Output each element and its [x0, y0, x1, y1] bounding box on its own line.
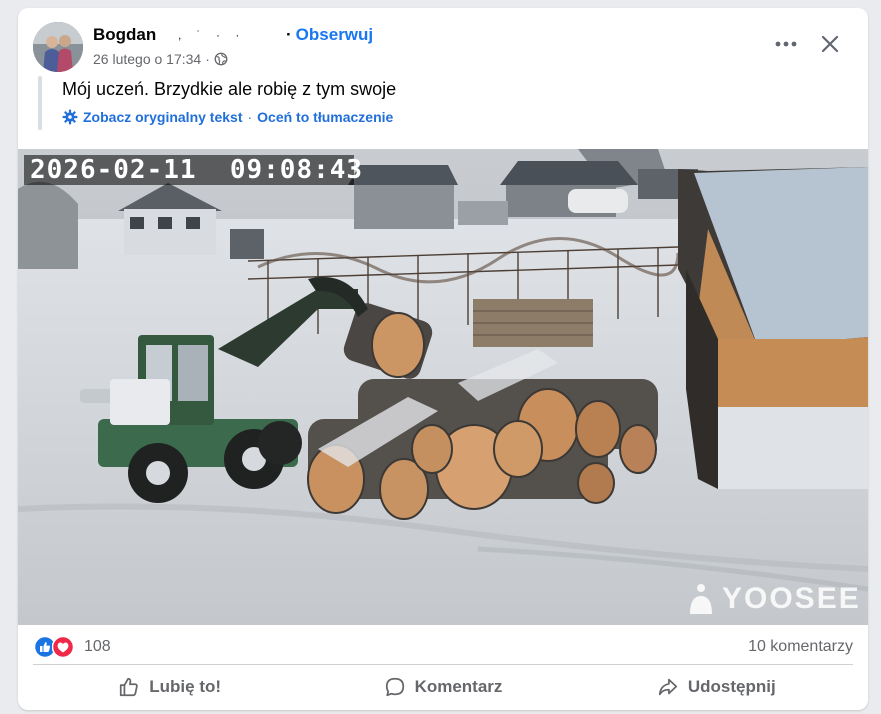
avatar-photo — [33, 22, 83, 72]
translation-row: Zobacz oryginalny tekst · Oceń to tłumac… — [62, 109, 393, 125]
camera-brand-icon — [690, 584, 712, 614]
thumbs-up-icon — [120, 677, 139, 697]
rate-translation-link[interactable]: Oceń to tłumaczenie — [257, 109, 393, 125]
globe-icon[interactable] — [214, 52, 228, 66]
post-meta: 26 lutego o 17:34 · — [93, 51, 228, 67]
camera-watermark: YOOSEE — [686, 582, 861, 616]
translation-separator: · — [247, 109, 253, 125]
translation-quote-bar — [38, 76, 42, 130]
comment-icon — [385, 677, 404, 697]
comment-button[interactable]: Komentarz — [306, 670, 579, 704]
author-name[interactable]: Bogdan — [93, 25, 156, 45]
post-text: Mój uczeń. Brzydkie ale robię z tym swoj… — [62, 79, 397, 99]
gear-icon — [62, 109, 78, 125]
share-label: Udostępnij — [687, 677, 776, 696]
share-icon — [658, 678, 678, 696]
post-actions: Lubię to! Komentarz Udostępnij — [33, 670, 853, 704]
follow-button[interactable]: · Obserwuj — [286, 25, 373, 45]
share-button[interactable]: Udostępnij — [580, 670, 853, 704]
avatar[interactable] — [33, 22, 83, 72]
see-original-link[interactable]: Zobacz oryginalny tekst — [83, 109, 242, 125]
close-icon — [821, 35, 839, 53]
wooden-shed — [678, 167, 868, 489]
follow-separator: · — [286, 25, 292, 44]
post-card: Bogdan , ˙ · · · Obserwuj 26 lutego o 17:… — [18, 8, 868, 710]
cctv-snow-scene — [18, 149, 868, 625]
lumber-stack — [473, 299, 593, 347]
reaction-icons — [34, 636, 74, 658]
more-icon — [775, 41, 797, 47]
author-surname-redaction: , ˙ · · — [178, 28, 246, 42]
love-icon — [52, 636, 74, 658]
watermark-text: YOOSEE — [722, 582, 861, 615]
meta-separator: · — [205, 51, 210, 67]
comment-label: Komentarz — [414, 677, 503, 696]
comments-count[interactable]: 10 komentarzy — [748, 638, 853, 656]
reaction-count: 108 — [84, 638, 111, 655]
close-button[interactable] — [816, 30, 844, 58]
like-button[interactable]: Lubię to! — [33, 670, 306, 704]
camera-timestamp: 2026-02-11 09:08:43 — [24, 155, 362, 185]
follow-label: Obserwuj — [295, 25, 374, 44]
post-timestamp[interactable]: 26 lutego o 17:34 — [93, 51, 201, 67]
reactions-summary[interactable]: 108 — [34, 636, 111, 658]
post-photo[interactable]: 2026-02-11 09:08:43 YOOSEE — [18, 149, 868, 625]
like-label: Lubię to! — [149, 677, 222, 696]
more-options-button[interactable] — [770, 30, 802, 58]
actions-divider — [33, 664, 853, 665]
